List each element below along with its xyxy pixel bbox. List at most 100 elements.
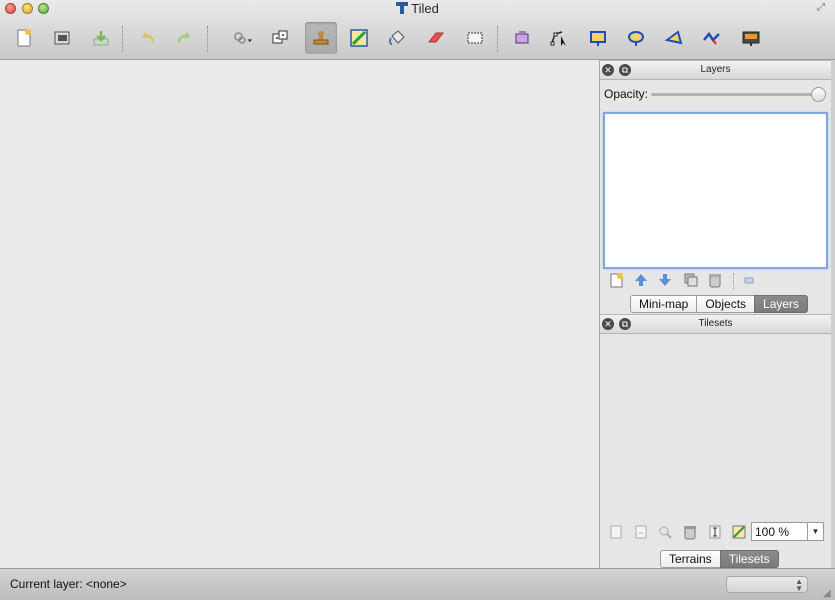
tiled-logo-icon [396,2,409,14]
zoom-combobox[interactable]: 100 % ▼ [751,522,824,541]
toolbar-separator [122,26,123,52]
image-icon [732,525,746,539]
terrain-brush-button[interactable] [343,22,375,54]
duplicate-layer-button[interactable] [683,272,699,288]
eraser-button[interactable] [420,22,452,54]
layers-dock-tabs: Mini-map Objects Layers [630,295,809,313]
text-cursor-icon [709,525,721,539]
arrow-down-icon [659,274,671,286]
redo-icon [177,32,191,44]
stamp-brush-button[interactable] [305,22,337,54]
insert-tile-icon [742,31,760,46]
new-map-button[interactable] [8,22,40,54]
right-dock: ✕ ⧉ Layers Opacity: Mini-map Objects Lay… [600,60,831,568]
bucket-fill-button[interactable] [381,22,413,54]
duplicate-icon [684,273,698,287]
insert-polyline-button[interactable] [696,22,728,54]
raise-layer-button[interactable] [633,272,649,288]
save-icon [93,31,109,46]
opacity-slider-knob[interactable] [811,87,826,102]
import-tileset-button[interactable] [633,524,649,540]
tileset-image-button[interactable] [731,524,747,540]
tab-layers[interactable]: Layers [754,295,809,313]
properties-icon [659,526,672,539]
insert-ellipse-icon [628,31,644,46]
rectangle-select-button[interactable] [459,22,491,54]
tab-terrains[interactable]: Terrains [660,550,720,568]
random-mode-button[interactable] [264,22,296,54]
bucket-fill-icon [388,30,405,45]
tab-mini-map[interactable]: Mini-map [630,295,697,313]
new-layer-icon [610,273,623,288]
edit-polygons-button[interactable] [543,22,575,54]
stamp-brush-icon [313,31,329,45]
open-icon [54,31,70,45]
layer-list[interactable] [603,112,828,269]
layers-icon [744,277,754,284]
trash-icon [709,274,721,288]
zoom-value: 100 % [755,525,790,539]
edit-terrain-button[interactable] [707,524,723,540]
tileset-tools: 100 % ▼ [600,520,831,544]
layers-panel-header: ✕ ⧉ Layers [600,60,831,80]
insert-rectangle-icon [590,31,606,46]
tilesets-panel-header: ✕ ⧉ Tilesets [600,314,831,334]
opacity-label: Opacity: [604,87,649,101]
tileset-view[interactable] [600,334,831,520]
edit-polygons-icon [550,31,566,46]
terrain-brush-icon [350,29,368,47]
status-bar: Current layer: <none> ▲ ▼ ◢ [0,568,835,600]
new-tileset-button[interactable] [608,524,624,540]
updown-arrows-icon: ▲ ▼ [795,577,803,593]
undo-button[interactable] [132,22,164,54]
status-zoom-select[interactable]: ▲ ▼ [726,576,808,593]
rectangle-select-icon [467,32,483,44]
window-title-text: Tiled [411,1,439,16]
import-icon [635,525,647,539]
tab-objects[interactable]: Objects [696,295,755,313]
eraser-icon [427,32,445,43]
opacity-slider[interactable] [651,93,823,96]
toolbar-separator [207,26,208,52]
fullscreen-icon[interactable]: ⤢ [817,2,829,14]
commands-icon [234,32,252,44]
map-view[interactable] [0,60,600,568]
main-toolbar [0,20,835,58]
window-edge [831,60,835,568]
toolbar-separator [497,26,498,52]
insert-polygon-icon [664,30,683,45]
save-button[interactable] [85,22,117,54]
commands-button[interactable] [222,22,262,54]
add-layer-button[interactable] [609,272,625,288]
arrow-up-icon [635,274,647,286]
insert-tile-button[interactable] [735,22,767,54]
window-title: Tiled [0,1,835,16]
undo-icon [141,32,155,44]
layers-panel-title: Layers [700,64,731,75]
open-button[interactable] [46,22,78,54]
current-layer-status: Current layer: <none> [10,577,127,591]
tilesets-dock-tabs: Terrains Tilesets [660,550,779,568]
remove-layer-button[interactable] [707,272,723,288]
random-mode-icon [272,30,288,44]
title-bar: Tiled ⤢ [0,0,835,60]
trash-icon [684,526,696,540]
remove-tileset-button[interactable] [682,524,698,540]
select-objects-button[interactable] [506,22,538,54]
resize-grip-icon[interactable]: ◢ [823,588,833,599]
tileset-properties-button[interactable] [657,524,673,540]
lower-layer-button[interactable] [657,272,673,288]
toggle-other-layers-button[interactable] [741,272,757,288]
tab-tilesets[interactable]: Tilesets [719,550,779,568]
toolbar-separator [733,273,734,289]
new-icon [17,29,31,47]
new-tileset-icon [610,525,622,539]
tilesets-panel-title: Tilesets [698,318,733,329]
chevron-down-icon[interactable]: ▼ [807,523,823,540]
redo-button[interactable] [168,22,200,54]
layer-tools [600,269,831,291]
insert-rectangle-button[interactable] [582,22,614,54]
insert-polygon-button[interactable] [658,22,690,54]
insert-polyline-icon [703,31,720,45]
insert-ellipse-button[interactable] [620,22,652,54]
